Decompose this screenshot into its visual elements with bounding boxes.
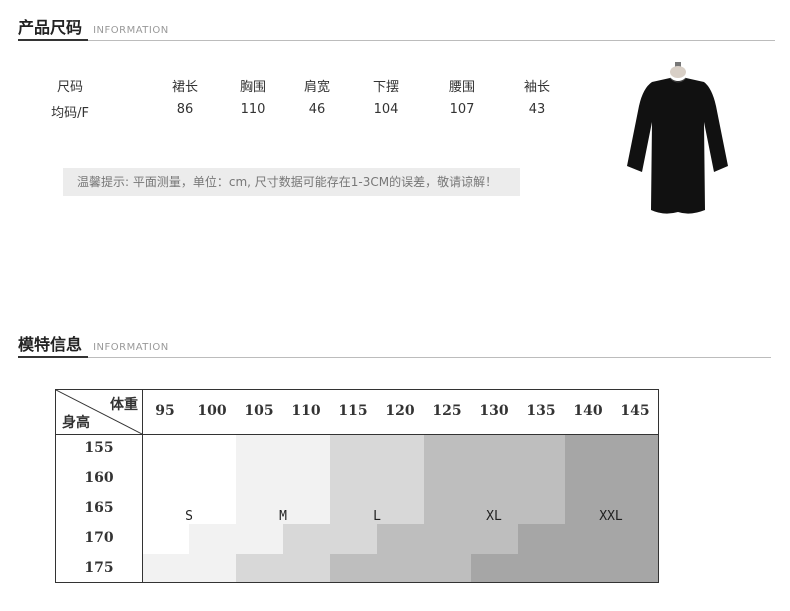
height-weight-size-chart: 体重 身高 95 100 105 110 115 120 125 130 135…: [55, 389, 659, 583]
dress-body: [627, 78, 728, 214]
size-label-m: M: [279, 509, 287, 524]
size-value-cell: 46: [308, 102, 326, 117]
size-band-cell: [330, 554, 471, 582]
model-info-header: 模特信息 INFORMATION: [18, 331, 169, 355]
weight-value: 120: [385, 403, 415, 419]
weight-value: 100: [197, 403, 227, 419]
size-band-cell: [471, 554, 658, 582]
height-value: 165: [84, 500, 114, 516]
size-value-cell: 107: [449, 102, 475, 117]
corner-cell: 体重 身高: [56, 390, 143, 434]
section-subtitle: INFORMATION: [93, 25, 169, 36]
weight-value: 105: [244, 403, 274, 419]
size-band-cell: [377, 524, 518, 554]
divider-accent: [18, 356, 88, 358]
measurement-tip: 温馨提示: 平面测量，单位：cm, 尺寸数据可能存在1-3CM的误差，敬请谅解！: [63, 168, 520, 196]
size-label-xl: XL: [486, 509, 502, 524]
height-axis-label: 身高: [62, 415, 90, 431]
weight-value: 125: [432, 403, 462, 419]
weight-value: 135: [526, 403, 556, 419]
size-header-cell: 下摆: [372, 80, 399, 95]
dress-product-image: [627, 62, 728, 214]
section-subtitle: INFORMATION: [93, 342, 169, 353]
weight-axis-label: 体重: [110, 397, 138, 413]
weight-header-row: 体重 身高 95 100 105 110 115 120 125 130 135…: [56, 390, 658, 435]
mannequin-neck: [670, 66, 686, 78]
divider: [18, 357, 771, 358]
size-value-cell: 104: [373, 102, 399, 117]
section-title: 产品尺码: [18, 18, 83, 37]
height-value: 170: [84, 530, 114, 546]
size-band-cell: [142, 524, 189, 554]
weight-value: 140: [573, 403, 603, 419]
product-size-header: 产品尺码 INFORMATION: [18, 14, 169, 38]
size-band-cell: [518, 524, 658, 554]
weight-value: 115: [338, 403, 368, 419]
size-label-s: S: [185, 509, 193, 524]
weight-value: 145: [620, 403, 650, 419]
weight-value: 110: [291, 403, 321, 419]
size-header-cell: 胸围: [239, 80, 266, 95]
size-header-cell: 腰围: [448, 80, 475, 95]
height-value: 155: [84, 440, 114, 456]
size-value-cell: 86: [176, 102, 194, 117]
size-label-xxl: XXL: [599, 509, 623, 524]
size-band-cell: [236, 554, 330, 582]
size-value-cell: 110: [240, 102, 266, 117]
divider-accent: [18, 39, 88, 41]
divider: [18, 40, 775, 41]
size-band-cell: [142, 554, 236, 582]
section-title: 模特信息: [18, 335, 83, 354]
size-band-cell: [189, 524, 283, 554]
size-value-cell: 均码/F: [51, 106, 89, 121]
height-value: 175: [84, 560, 114, 576]
size-band-cell: [283, 524, 377, 554]
size-header-cell: 尺码: [56, 80, 83, 95]
size-label-l: L: [373, 509, 381, 524]
size-header-cell: 裙长: [171, 80, 198, 95]
height-column: 155 160 165 170 175: [56, 434, 143, 582]
height-value: 160: [84, 470, 114, 486]
weight-value: 130: [479, 403, 509, 419]
size-header-cell: 肩宽: [303, 80, 330, 95]
size-header-cell: 袖长: [523, 80, 550, 95]
weight-value: 95: [155, 403, 175, 419]
size-value-cell: 43: [528, 102, 546, 117]
